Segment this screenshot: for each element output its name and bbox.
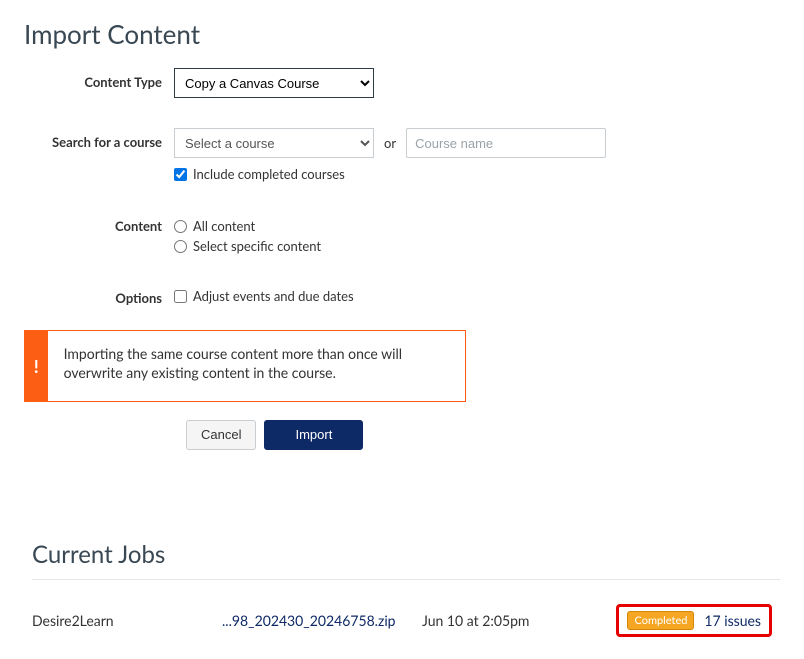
issues-link[interactable]: 17 issues: [704, 612, 761, 629]
content-type-row: Content Type Copy a Canvas Course: [24, 68, 780, 98]
search-course-row: Search for a course Select a course or I…: [24, 128, 780, 182]
jobs-title: Current Jobs: [32, 540, 780, 580]
status-badge: Completed: [627, 611, 694, 630]
button-row: Cancel Import: [186, 420, 780, 450]
content-row: Content All content Select specific cont…: [24, 212, 780, 254]
job-date: Jun 10 at 2:05pm: [422, 612, 602, 629]
options-row: Options Adjust events and due dates: [24, 284, 780, 306]
specific-content-label: Select specific content: [193, 238, 321, 254]
search-course-label: Search for a course: [24, 128, 174, 150]
options-label: Options: [24, 284, 174, 306]
job-file-link[interactable]: ...98_202430_20246758.zip: [222, 612, 396, 629]
cancel-button[interactable]: Cancel: [186, 420, 256, 450]
content-label: Content: [24, 212, 174, 234]
job-row: Desire2Learn ...98_202430_20246758.zip J…: [24, 600, 780, 641]
specific-content-radio[interactable]: [174, 240, 187, 253]
warning-alert: ! Importing the same course content more…: [24, 330, 466, 402]
content-type-label: Content Type: [24, 68, 174, 90]
include-completed-checkbox[interactable]: [174, 168, 187, 181]
adjust-dates-checkbox[interactable]: [174, 290, 187, 303]
adjust-dates-label: Adjust events and due dates: [193, 288, 354, 304]
or-text: or: [384, 128, 396, 158]
content-type-select[interactable]: Copy a Canvas Course: [174, 68, 374, 98]
warning-text: Importing the same course content more t…: [48, 331, 465, 401]
job-status-highlight: Completed 17 issues: [616, 604, 772, 637]
warning-icon: !: [25, 331, 48, 401]
course-name-input[interactable]: [406, 128, 606, 158]
include-completed-label: Include completed courses: [193, 166, 345, 182]
jobs-section: Current Jobs Desire2Learn ...98_202430_2…: [24, 540, 780, 641]
all-content-radio[interactable]: [174, 220, 187, 233]
all-content-label: All content: [193, 218, 255, 234]
job-source: Desire2Learn: [32, 612, 222, 629]
page-title: Import Content: [24, 18, 780, 50]
import-button[interactable]: Import: [264, 420, 363, 450]
course-select[interactable]: Select a course: [174, 128, 374, 158]
